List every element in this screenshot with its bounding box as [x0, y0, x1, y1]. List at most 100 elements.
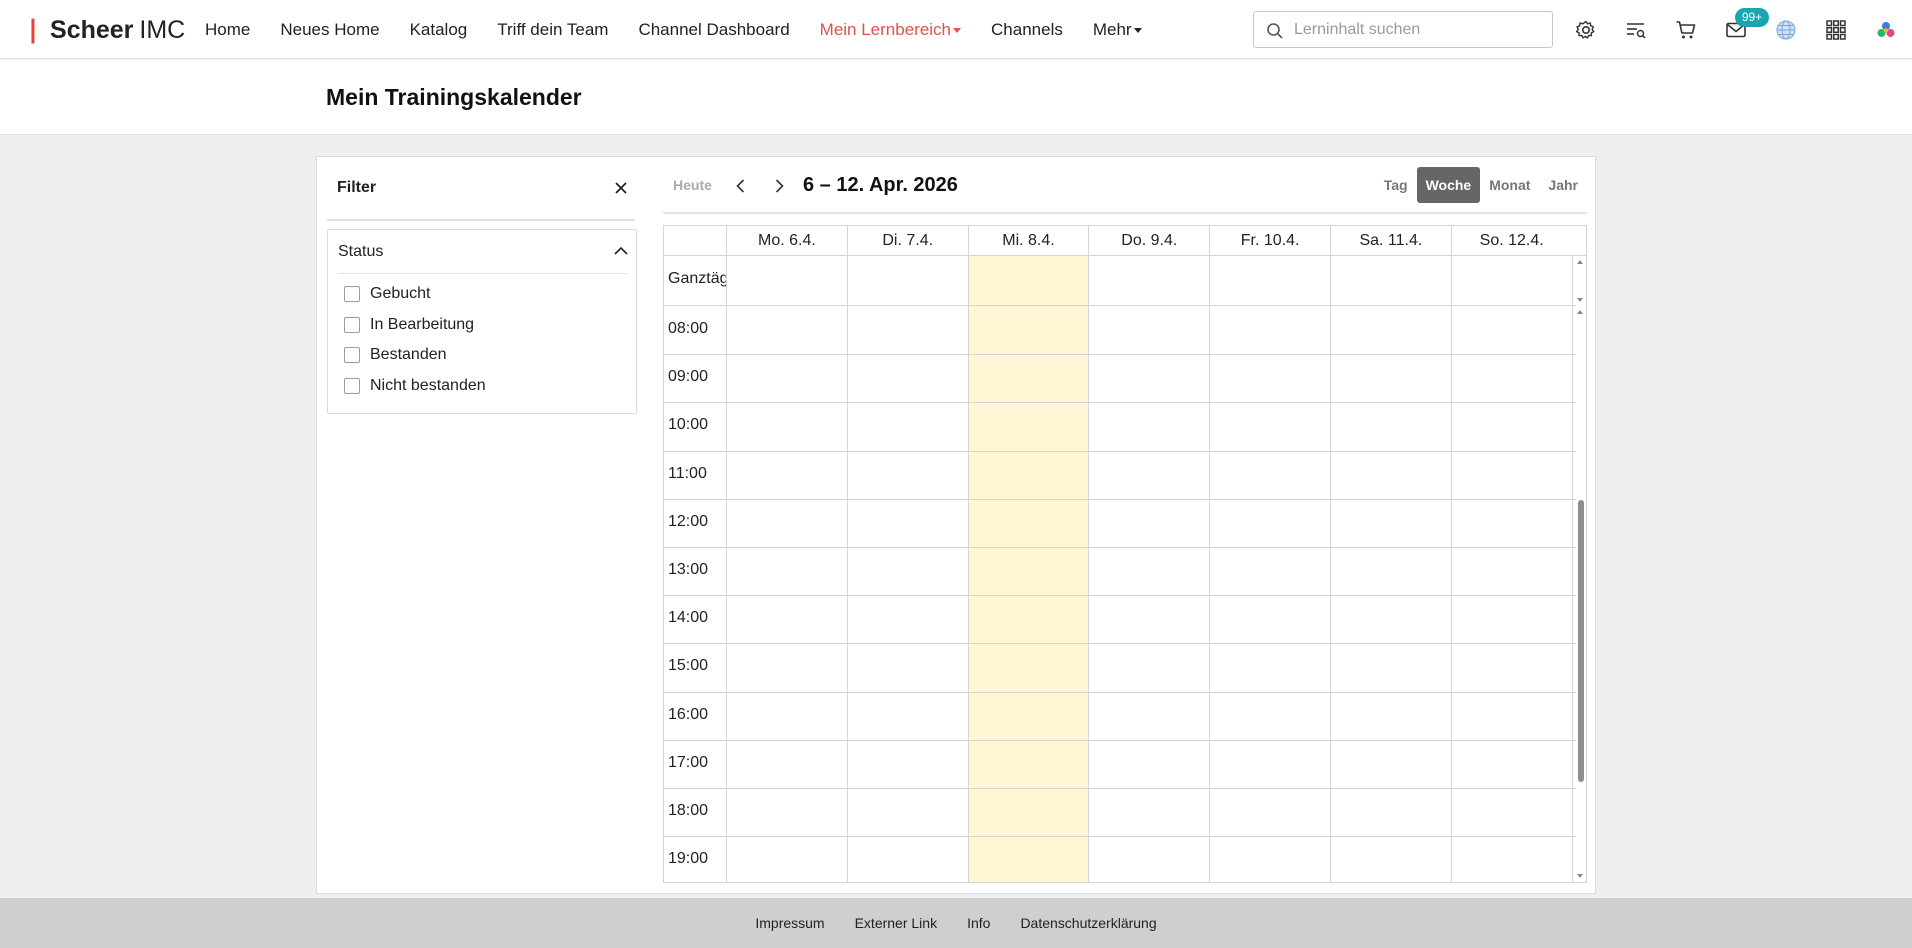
view-woche-button[interactable]: Woche [1416, 167, 1481, 203]
status-filter-label: Status [338, 243, 384, 260]
time-grid-scrollbar[interactable] [1576, 306, 1586, 882]
next-week-button[interactable] [768, 175, 790, 197]
nav-item-label: Mehr [1092, 19, 1132, 39]
hour-row-line [664, 450, 1576, 452]
hour-label: 11:00 [668, 464, 707, 482]
nav-item-channels[interactable]: Channels [991, 20, 1063, 40]
day-column-header[interactable]: Mi. 8.4. [967, 226, 1089, 256]
brand-logo[interactable]: ⼁ Scheer IMC [20, 15, 186, 47]
checkbox[interactable] [344, 347, 360, 363]
grid-column-line [846, 256, 848, 882]
grid-column-line [967, 256, 969, 882]
hour-row-line [664, 354, 1576, 356]
previous-week-button[interactable] [730, 175, 752, 197]
nav-item-channel-dashboard[interactable]: Channel Dashboard [638, 20, 789, 40]
footer-link-datenschutzerklärung[interactable]: Datenschutzerklärung [1020, 915, 1156, 931]
day-column-header[interactable]: Di. 7.4. [846, 226, 968, 256]
nav-item-triff-dein-team[interactable]: Triff dein Team [497, 20, 608, 40]
collapse-status-button[interactable] [612, 242, 630, 260]
checkbox-label: Nicht bestanden [370, 376, 486, 394]
page-title: Mein Trainingskalender [326, 84, 582, 110]
hour-label: 18:00 [668, 802, 709, 819]
all-day-row[interactable]: Ganztägig [664, 256, 1576, 306]
close-filter-button[interactable] [610, 177, 632, 199]
nav-item-label: Triff dein Team [497, 19, 609, 39]
time-slots[interactable]: 08:00 09:00 10:00 11:00 12:00 13:00 14:00 15:00… [664, 306, 1576, 882]
nav-item-katalog[interactable]: Katalog [410, 20, 468, 40]
footer-link-info[interactable]: Info [967, 915, 990, 931]
grid-column-line [1209, 256, 1211, 882]
footer-link-impressum[interactable]: Impressum [755, 915, 824, 931]
nav-item-label: Katalog [409, 19, 468, 39]
hour-label: 08:00 [668, 320, 709, 337]
day-column-header[interactable]: So. 12.4. [1450, 226, 1572, 256]
nav-item-neues-home[interactable]: Neues Home [280, 20, 379, 40]
status-option-gebucht[interactable]: Gebucht [344, 283, 430, 305]
all-day-scrollbar[interactable] [1576, 256, 1586, 306]
hour-row-line [664, 595, 1576, 597]
checkbox[interactable] [344, 316, 360, 333]
day-column-header[interactable]: Sa. 11.4. [1330, 226, 1451, 256]
grid-column-line [1571, 256, 1573, 882]
checkbox[interactable] [344, 377, 360, 394]
hour-label: 15:00 [668, 657, 709, 675]
search-icon [1267, 23, 1283, 39]
divider [338, 273, 628, 274]
date-range-title: 6 – 12. Apr. 2026 [803, 174, 958, 196]
hour-label: 12:00 [668, 512, 709, 530]
search-box [1253, 11, 1553, 48]
gear-icon[interactable] [1574, 18, 1598, 42]
view-jahr-button[interactable]: Jahr [1539, 167, 1587, 203]
filter-title: Filter [337, 179, 377, 196]
scheer-logo-mark-icon: ⼁ [20, 16, 47, 47]
status-option-in-bearbeitung[interactable]: In Bearbeitung [344, 314, 474, 336]
grid-column-line [726, 256, 727, 882]
nav-item-mehr[interactable]: Mehr [1093, 20, 1142, 40]
hour-row-line [664, 402, 1576, 404]
hour-label: 10:00 [668, 416, 709, 434]
caret-down-icon [953, 27, 962, 33]
main-nav: Home Neues Home Katalog Triff dein Team Chan… [205, 0, 1172, 59]
notification-badge: 99+ [1735, 8, 1769, 27]
hour-row-line [664, 691, 1576, 693]
chevron-left-icon [736, 179, 745, 193]
calendar-toolbar: Heute 6 – 12. Apr. 2026 Tag Woche Monat Jah… [663, 157, 1587, 214]
grid-column-line [1330, 256, 1331, 882]
calendar-panel: Filter Status Gebucht In Bearbeitung Besta… [316, 156, 1596, 894]
today-button[interactable]: Heute [673, 177, 712, 193]
day-header-row: Mo. 6.4. Di. 7.4. Mi. 8.4. Do. 9.4. Fr. 10.4… [664, 226, 1586, 256]
list-search-icon[interactable] [1624, 18, 1648, 42]
nav-item-home[interactable]: Home [205, 20, 250, 40]
search-input[interactable] [1294, 18, 1544, 42]
footer-link-externer-link[interactable]: Externer Link [855, 915, 937, 931]
nav-item-label: Channel Dashboard [638, 19, 790, 39]
view-tag-button[interactable]: Tag [1375, 167, 1417, 203]
checkbox[interactable] [344, 286, 360, 302]
status-filter-group: Status Gebucht In Bearbeitung Bestanden Nic… [327, 229, 637, 414]
footer: Impressum Externer Link Info Datenschutzerk… [0, 898, 1912, 948]
brand-name-bold: Scheer [50, 15, 134, 44]
apps-grid-icon[interactable] [1824, 18, 1848, 42]
status-option-bestanden[interactable]: Bestanden [344, 344, 447, 366]
hour-label: 09:00 [668, 368, 709, 386]
all-day-label: Ganztägig [668, 270, 726, 287]
cart-icon[interactable] [1674, 18, 1698, 42]
view-monat-button[interactable]: Monat [1480, 167, 1539, 203]
top-navigation-bar: ⼁ Scheer IMC Home Neues Home Katalog Triff … [0, 0, 1912, 59]
globe-icon[interactable] [1774, 18, 1798, 42]
brand-name-rest: IMC [139, 15, 186, 44]
day-column-header[interactable]: Mo. 6.4. [726, 226, 847, 256]
status-option-nicht-bestanden[interactable]: Nicht bestanden [344, 375, 486, 397]
nav-item-mein-lernbereich[interactable]: Mein Lernbereich [819, 19, 962, 40]
divider [327, 219, 635, 221]
checkbox-label: In Bearbeitung [370, 315, 475, 333]
view-switcher: Tag Woche Monat Jahr [1375, 167, 1587, 203]
caret-down-icon [1133, 27, 1142, 33]
day-column-header[interactable]: Fr. 10.4. [1209, 226, 1330, 256]
day-column-header[interactable]: Do. 9.4. [1088, 226, 1209, 256]
hour-row-line [664, 643, 1576, 645]
user-avatar-icon[interactable] [1874, 18, 1898, 42]
nav-item-label: Mein Lernbereich [819, 19, 952, 39]
hour-label: 16:00 [668, 705, 709, 723]
grid-column-line [1450, 256, 1452, 882]
